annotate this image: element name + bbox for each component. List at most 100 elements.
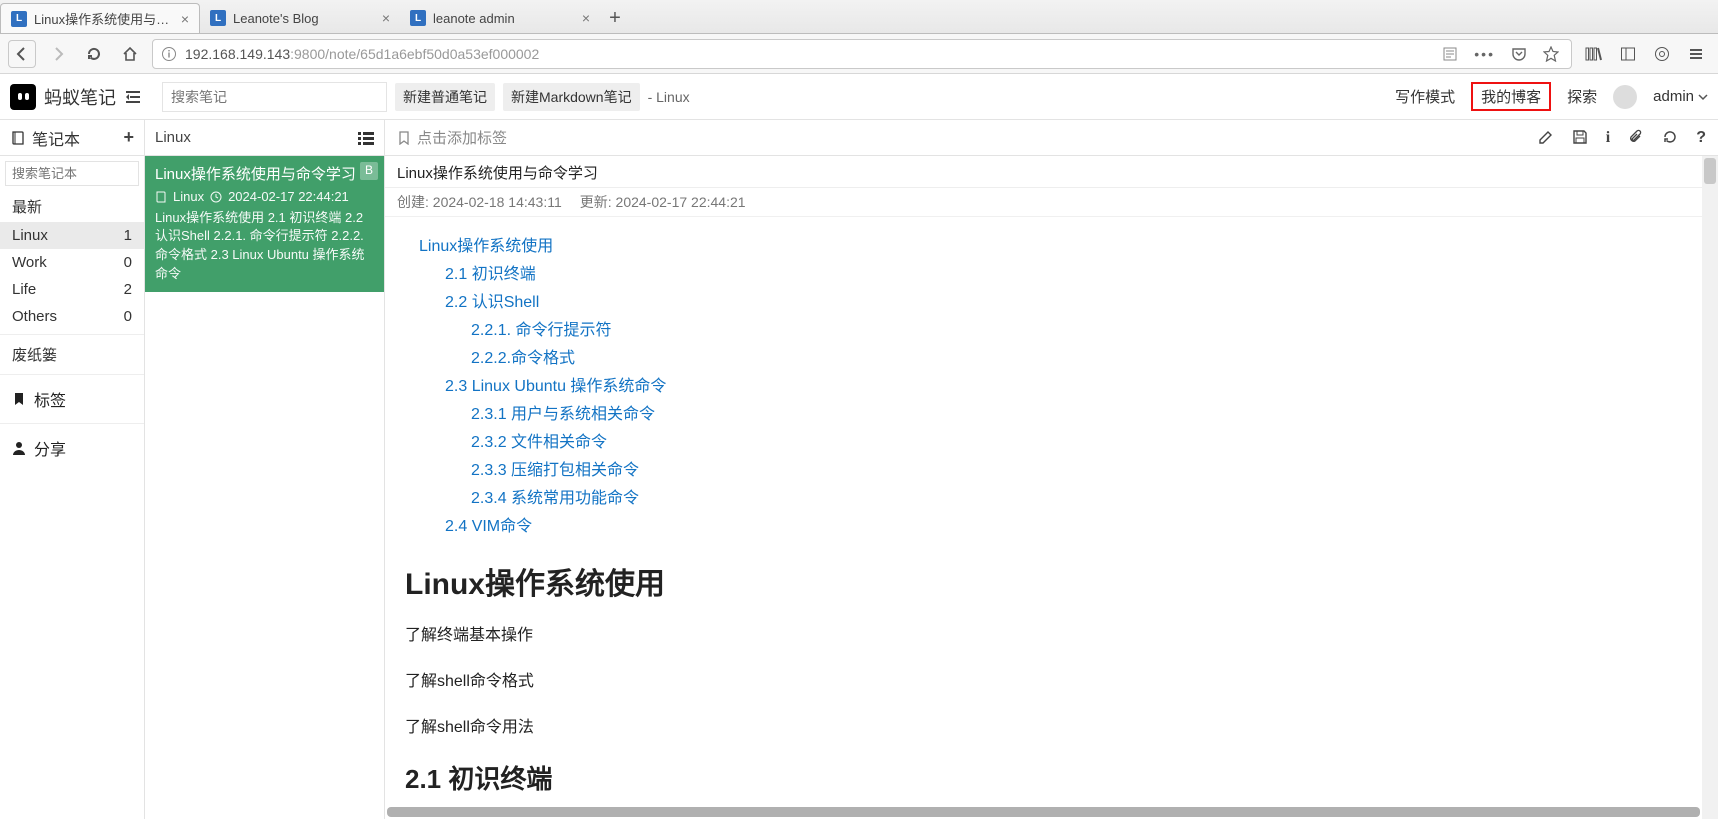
note-card-time: 2024-02-17 22:44:21 bbox=[228, 188, 349, 207]
close-icon[interactable]: × bbox=[181, 11, 189, 27]
avatar[interactable] bbox=[1613, 85, 1637, 109]
notebook-item-others[interactable]: Others0 bbox=[0, 303, 144, 330]
toc-link[interactable]: 2.3.2 文件相关命令 bbox=[419, 429, 1698, 457]
blog-badge-icon: B bbox=[360, 162, 378, 180]
site-info-icon[interactable] bbox=[161, 46, 177, 62]
logo-icon bbox=[10, 84, 36, 110]
reader-mode-icon[interactable] bbox=[1438, 46, 1462, 62]
bookmark-icon bbox=[397, 131, 411, 145]
protection-icon[interactable] bbox=[1648, 40, 1676, 68]
clock-icon bbox=[210, 191, 222, 203]
notebook-item-life[interactable]: Life2 bbox=[0, 276, 144, 303]
toc-link[interactable]: 2.3.4 系统常用功能命令 bbox=[419, 485, 1698, 513]
tab-title: leanote admin bbox=[433, 11, 575, 26]
note-body[interactable]: Linux操作系统使用 2.1 初识终端 2.2 认识Shell 2.2.1. … bbox=[385, 217, 1718, 819]
note-card-excerpt: Linux操作系统使用 2.1 初识终端 2.2 认识Shell 2.2.1. … bbox=[155, 209, 374, 284]
add-notebook-icon[interactable]: + bbox=[123, 127, 134, 148]
user-name: admin bbox=[1653, 88, 1694, 105]
notebook-item-trash[interactable]: 废纸篓 bbox=[0, 339, 144, 370]
list-view-toggle-icon[interactable] bbox=[358, 131, 374, 145]
notebook-item-work[interactable]: Work0 bbox=[0, 249, 144, 276]
editor-pane: Linux操作系统使用与命令学习 创建: 2024-02-18 14:43:11… bbox=[385, 156, 1718, 819]
notebooks-heading: 笔记本 bbox=[10, 126, 80, 150]
heading-2: 2.1 初识终端 bbox=[405, 759, 1698, 796]
url-text: 192.168.149.143:9800/note/65d1a6ebf50d0a… bbox=[185, 46, 1430, 62]
sidebar-section-share[interactable]: 分享 bbox=[0, 428, 144, 468]
toc-link[interactable]: Linux操作系统使用 bbox=[419, 233, 1698, 261]
library-icon[interactable] bbox=[1580, 40, 1608, 68]
back-icon[interactable] bbox=[8, 40, 36, 68]
url-bar[interactable]: 192.168.149.143:9800/note/65d1a6ebf50d0a… bbox=[152, 39, 1572, 69]
bookmark-icon bbox=[12, 392, 26, 406]
brand-logo[interactable]: 蚂蚁笔记 bbox=[10, 84, 116, 110]
paragraph: 了解shell命令格式 bbox=[405, 667, 1698, 691]
vertical-scrollbar[interactable] bbox=[1702, 156, 1718, 819]
close-icon[interactable]: × bbox=[382, 10, 390, 26]
horizontal-scrollbar[interactable] bbox=[387, 807, 1700, 817]
note-list: B Linux操作系统使用与命令学习 Linux 2024-02-17 22:4… bbox=[145, 156, 385, 819]
paragraph: 了解shell命令用法 bbox=[405, 713, 1698, 737]
attachment-icon[interactable] bbox=[1628, 129, 1644, 147]
tab-title: Leanote's Blog bbox=[233, 11, 375, 26]
note-breadcrumb: - Linux bbox=[648, 89, 690, 105]
save-icon[interactable] bbox=[1572, 129, 1588, 147]
paragraph: 了解终端基本操作 bbox=[405, 621, 1698, 645]
note-card-notebook: Linux bbox=[173, 188, 204, 207]
note-card[interactable]: B Linux操作系统使用与命令学习 Linux 2024-02-17 22:4… bbox=[145, 156, 384, 292]
star-icon[interactable] bbox=[1539, 46, 1563, 62]
browser-tab-strip: L Linux操作系统使用与命令 × L Leanote's Blog × L … bbox=[0, 0, 1718, 34]
browser-tab[interactable]: L leanote admin × bbox=[400, 3, 600, 33]
new-markdown-button[interactable]: 新建Markdown笔记 bbox=[503, 83, 640, 111]
notebook-item-recent[interactable]: 最新 bbox=[0, 191, 144, 222]
home-icon[interactable] bbox=[116, 40, 144, 68]
add-tag-area[interactable]: 点击添加标签 bbox=[397, 127, 507, 148]
edit-icon[interactable] bbox=[1538, 129, 1554, 147]
chevron-down-icon bbox=[1698, 92, 1708, 102]
toc-link[interactable]: 2.2 认识Shell bbox=[419, 289, 1698, 317]
close-icon[interactable]: × bbox=[582, 10, 590, 26]
favicon-icon: L bbox=[210, 10, 226, 26]
user-icon bbox=[12, 441, 26, 455]
note-title[interactable]: Linux操作系统使用与命令学习 bbox=[385, 156, 1718, 188]
brand-name: 蚂蚁笔记 bbox=[44, 84, 116, 110]
user-menu[interactable]: admin bbox=[1653, 88, 1708, 105]
more-icon[interactable]: ••• bbox=[1470, 46, 1499, 62]
table-of-contents: Linux操作系统使用 2.1 初识终端 2.2 认识Shell 2.2.1. … bbox=[419, 233, 1698, 541]
link-write-mode[interactable]: 写作模式 bbox=[1395, 86, 1455, 107]
toc-link[interactable]: 2.3.1 用户与系统相关命令 bbox=[419, 401, 1698, 429]
collapse-icon[interactable] bbox=[124, 90, 154, 104]
browser-tab[interactable]: L Leanote's Blog × bbox=[200, 3, 400, 33]
info-icon[interactable]: i bbox=[1606, 129, 1610, 147]
favicon-icon: L bbox=[410, 10, 426, 26]
browser-tab[interactable]: L Linux操作系统使用与命令 × bbox=[0, 3, 200, 33]
note-card-title: Linux操作系统使用与命令学习 bbox=[155, 164, 374, 186]
reload-icon[interactable] bbox=[80, 40, 108, 68]
toc-link[interactable]: 2.4 VIM命令 bbox=[419, 513, 1698, 541]
menu-icon[interactable] bbox=[1682, 40, 1710, 68]
new-tab-button[interactable]: + bbox=[600, 3, 630, 33]
sidebar-section-tags[interactable]: 标签 bbox=[0, 379, 144, 419]
sub-toolbar: 笔记本 + Linux 点击添加标签 i ? bbox=[0, 120, 1718, 156]
link-explore[interactable]: 探索 bbox=[1567, 86, 1597, 107]
notebook-sidebar: 最新 Linux1 Work0 Life2 Others0 废纸篓 标签 分享 bbox=[0, 156, 145, 819]
toc-link[interactable]: 2.1 初识终端 bbox=[419, 261, 1698, 289]
link-my-blog[interactable]: 我的博客 bbox=[1471, 82, 1551, 111]
toc-link[interactable]: 2.2.2.命令格式 bbox=[419, 345, 1698, 373]
toc-link[interactable]: 2.2.1. 命令行提示符 bbox=[419, 317, 1698, 345]
toc-link[interactable]: 2.3 Linux Ubuntu 操作系统命令 bbox=[419, 373, 1698, 401]
current-notebook-label: Linux bbox=[155, 129, 191, 146]
book-icon bbox=[10, 130, 26, 146]
history-icon[interactable] bbox=[1662, 129, 1678, 147]
notebook-item-linux[interactable]: Linux1 bbox=[0, 222, 144, 249]
forward-icon[interactable] bbox=[44, 40, 72, 68]
toc-link[interactable]: 2.3.3 压缩打包相关命令 bbox=[419, 457, 1698, 485]
new-note-button[interactable]: 新建普通笔记 bbox=[395, 83, 495, 111]
heading-1: Linux操作系统使用 bbox=[405, 559, 1698, 603]
search-notes-input[interactable] bbox=[162, 82, 387, 112]
search-notebook-input[interactable] bbox=[5, 161, 139, 186]
browser-toolbar: 192.168.149.143:9800/note/65d1a6ebf50d0a… bbox=[0, 34, 1718, 74]
sidebar-icon[interactable] bbox=[1614, 40, 1642, 68]
pocket-icon[interactable] bbox=[1507, 46, 1531, 62]
tab-title: Linux操作系统使用与命令 bbox=[34, 9, 174, 28]
help-icon[interactable]: ? bbox=[1696, 129, 1706, 147]
